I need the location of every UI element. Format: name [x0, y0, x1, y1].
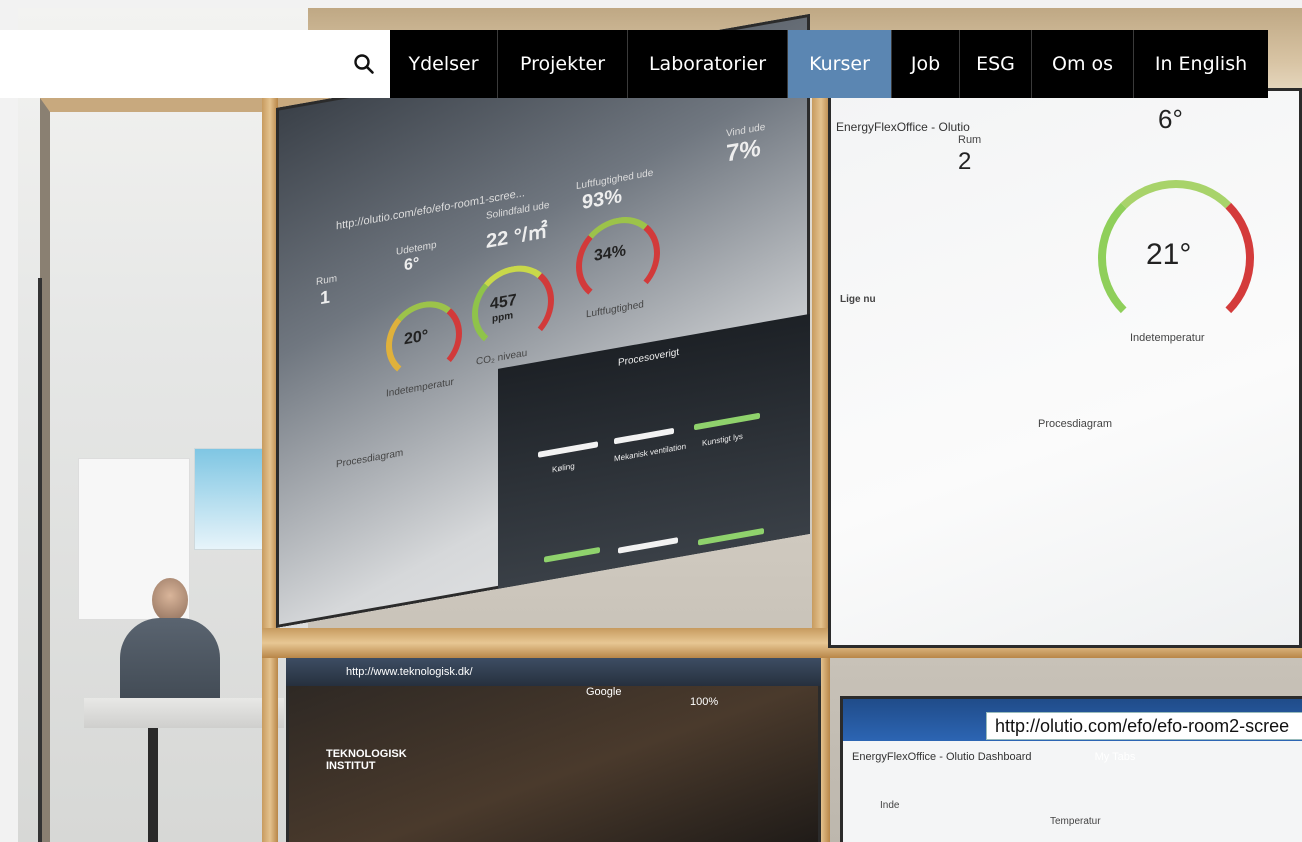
- nav-item-in-english[interactable]: In English: [1134, 30, 1268, 98]
- nav-item-esg[interactable]: ESG: [960, 30, 1032, 98]
- main-navigation: Ydelser Projekter Laboratorier Kurser Jo…: [390, 30, 1268, 98]
- nav-item-laboratorier[interactable]: Laboratorier: [628, 30, 788, 98]
- hero-image: http://olutio.com/efo/efo-room1-scree...…: [18, 8, 1302, 842]
- desk: [84, 698, 284, 728]
- nav-item-projekter[interactable]: Projekter: [498, 30, 628, 98]
- search-icon[interactable]: [352, 52, 376, 76]
- search-input[interactable]: [0, 30, 330, 98]
- nav-item-kurser[interactable]: Kurser: [788, 30, 892, 98]
- nav-item-om-os[interactable]: Om os: [1032, 30, 1134, 98]
- main-dashboard-screen: http://olutio.com/efo/efo-room1-scree...…: [276, 13, 810, 629]
- door-edge: [38, 278, 42, 842]
- nav-item-job[interactable]: Job: [892, 30, 960, 98]
- room2-browser-screen: http://olutio.com/efo/efo-room2-scree En…: [840, 696, 1302, 842]
- room2-dashboard-screen: EnergyFlexOffice - Olutio Rum 2 6° 21° I…: [828, 88, 1302, 648]
- process-overview-panel: Procesoverigt Køling Mekanisk ventilatio…: [498, 312, 810, 599]
- room2-address-bar: http://olutio.com/efo/efo-room2-scree: [986, 712, 1302, 740]
- search-box: [0, 30, 390, 98]
- person-at-desk: [110, 578, 230, 778]
- main-screen-address: http://olutio.com/efo/efo-room1-scree...: [336, 187, 525, 233]
- teknologisk-website-screen: http://www.teknologisk.dk/ Google 100% T…: [286, 658, 821, 842]
- nav-item-ydelser[interactable]: Ydelser: [390, 30, 498, 98]
